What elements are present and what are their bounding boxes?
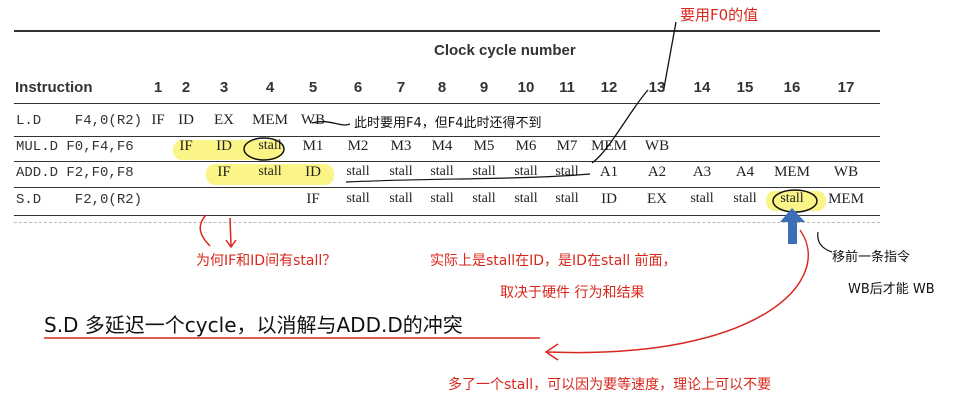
- underline-add-stalls: [345, 173, 591, 183]
- arrow-row1-note: [311, 120, 351, 126]
- red-arrow-to-caption: [544, 229, 809, 361]
- stroke-to-f0: [591, 89, 649, 164]
- red-arrow-1: [199, 214, 211, 247]
- annotation-strokes: [44, 21, 833, 361]
- circle-stall-mul: [243, 137, 285, 161]
- stroke-right-note: [817, 231, 833, 253]
- circle-stall-sd: [772, 189, 818, 213]
- red-arrow-2: [225, 217, 237, 249]
- stroke-top-right: [663, 21, 677, 89]
